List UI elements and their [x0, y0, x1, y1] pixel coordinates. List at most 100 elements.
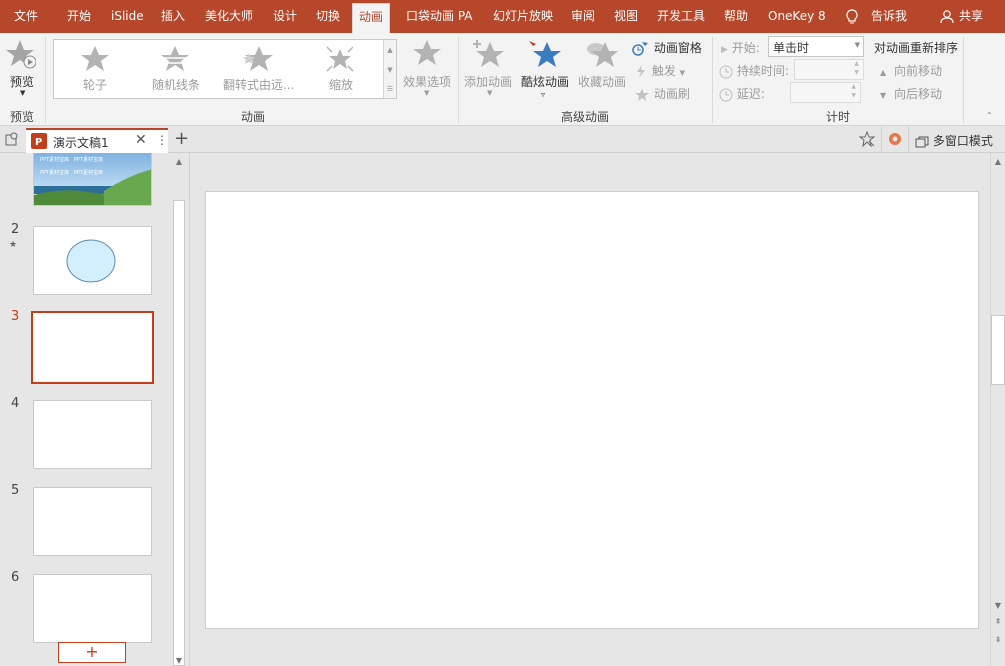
preview-button[interactable]: 预览 ▼ [6, 39, 38, 99]
cloud-star-icon [585, 39, 619, 69]
gallery-expand[interactable]: ☰ [383, 80, 396, 98]
thumbnail-scrollbar[interactable]: ▲ ▼ [172, 153, 186, 666]
scroll-down-icon[interactable]: ▼ [991, 601, 1005, 610]
random-bars-icon[interactable] [160, 45, 190, 73]
scrollbar-thumb[interactable] [173, 200, 185, 666]
windows-icon [915, 136, 929, 148]
lightbulb-icon[interactable] [846, 9, 858, 25]
chevron-down-icon: ▼ [679, 69, 686, 77]
new-tab-plus-icon[interactable]: + [174, 128, 189, 149]
down-triangle-icon: ▼ [880, 91, 887, 100]
next-slide-icon[interactable]: ⇟ [991, 635, 1005, 644]
document-icon[interactable] [5, 132, 19, 146]
trigger-button[interactable]: 触发 ▼ [634, 62, 685, 79]
ribbon-tab-bar: 文件 开始 iSlide 插入 美化大师 设计 切换 动画 口袋动画 PA 幻灯… [0, 0, 1005, 33]
effect-options-button[interactable]: 效果选项 ▼ [400, 39, 454, 103]
spin-down-icon[interactable]: ▼ [851, 92, 856, 99]
start-select[interactable]: 单击时 ▼ [768, 36, 864, 57]
tab-animations[interactable]: 动画 [352, 3, 391, 33]
move-later-button[interactable]: ▼ 向后移动 [880, 85, 942, 102]
more-options-icon[interactable]: ⋮ [156, 133, 168, 147]
collect-animation-label: 收藏动画 [578, 75, 627, 89]
tell-me-search[interactable]: 告诉我 [871, 0, 907, 33]
slide-thumbnail[interactable] [33, 487, 152, 556]
tab-file[interactable]: 文件 [14, 0, 38, 33]
tab-slideshow[interactable]: 幻灯片放映 [493, 0, 553, 33]
gallery-item-flip[interactable]: 翻转式由远... [223, 76, 294, 93]
tab-islide[interactable]: iSlide [111, 0, 144, 33]
editor-scrollbar[interactable]: ▲ ▼ ⇞ ⇟ [990, 153, 1005, 666]
play-icon: ▶ [721, 45, 728, 55]
spin-down-icon[interactable]: ▼ [854, 69, 859, 76]
collapse-ribbon-icon[interactable]: ⌃ [986, 111, 993, 120]
clock-icon [719, 88, 733, 102]
cool-animation-button[interactable]: 酷炫动画 ▿ [520, 39, 574, 103]
divider [963, 37, 964, 123]
scroll-up-icon[interactable]: ▲ [172, 157, 186, 166]
gallery-scroll-up[interactable]: ▲ [383, 40, 396, 60]
gallery-scroll-down[interactable]: ▼ [383, 60, 396, 80]
gallery-item-wheel[interactable]: 轮子 [83, 76, 107, 93]
magic-star-icon[interactable] [859, 131, 875, 147]
thumb-text: PPT素材宝库 PPT素材宝库 [40, 157, 103, 163]
scroll-down-icon[interactable]: ▼ [172, 656, 186, 665]
slide-thumbnail[interactable]: PPT素材宝库 PPT素材宝库 PPT素材宝库 PPT素材宝库 [33, 153, 152, 206]
tab-help[interactable]: 帮助 [724, 0, 748, 33]
delay-label: 延迟: [719, 85, 765, 102]
animation-gallery: 轮子 随机线条 翻转式由远... 缩放 ▲ ▼ ☰ [53, 39, 397, 99]
zoom-icon[interactable] [325, 45, 355, 73]
add-animation-button[interactable]: 添加动画 ▼ [463, 39, 517, 103]
wheel-icon[interactable] [80, 45, 110, 73]
slide-thumbnail[interactable] [33, 400, 152, 469]
chevron-down-icon: ▿ [541, 90, 546, 99]
collect-animation-button[interactable]: 收藏动画 [577, 39, 631, 103]
blue-star-icon [528, 39, 562, 69]
tab-developer[interactable]: 开发工具 [657, 0, 705, 33]
slide-number: 2 [11, 222, 20, 237]
gallery-item-random-bars[interactable]: 随机线条 [152, 76, 200, 93]
slide-thumbnail[interactable] [33, 574, 152, 643]
close-icon[interactable]: ✕ [135, 132, 147, 148]
gallery-item-zoom[interactable]: 缩放 [329, 76, 353, 93]
scrollbar-thumb[interactable] [991, 315, 1005, 385]
multi-window-button[interactable]: 多窗口模式 [915, 132, 993, 149]
animation-painter-label: 动画刷 [653, 87, 690, 101]
chevron-down-icon: ▼ [854, 41, 860, 49]
painter-star-icon [634, 88, 650, 102]
animation-pane-button[interactable]: 动画窗格 [632, 39, 702, 56]
share-button[interactable]: 共享 [959, 0, 983, 33]
move-earlier-button[interactable]: ▲ 向前移动 [880, 62, 942, 79]
slide-thumbnail-active[interactable] [31, 311, 154, 384]
flip-icon[interactable] [240, 45, 274, 73]
start-select-value: 单击时 [773, 41, 810, 55]
slide-number: 4 [11, 396, 20, 411]
tab-insert[interactable]: 插入 [161, 0, 185, 33]
tab-design[interactable]: 设计 [273, 0, 297, 33]
divider [881, 127, 882, 153]
person-icon[interactable] [940, 9, 955, 24]
spin-up-icon[interactable]: ▲ [851, 83, 856, 90]
gear-icon[interactable] [887, 131, 903, 147]
tab-review[interactable]: 审阅 [571, 0, 595, 33]
animation-painter-button[interactable]: 动画刷 [634, 85, 690, 102]
tab-transitions[interactable]: 切换 [316, 0, 340, 33]
tab-beautify-master[interactable]: 美化大师 [205, 0, 253, 33]
tab-view[interactable]: 视图 [614, 0, 638, 33]
add-slide-button[interactable]: + [58, 642, 126, 663]
tab-onekey[interactable]: OneKey 8 [768, 0, 826, 33]
tab-home[interactable]: 开始 [67, 0, 91, 33]
tab-pocket-animation[interactable]: 口袋动画 PA [406, 0, 473, 33]
previous-slide-icon[interactable]: ⇞ [991, 617, 1005, 626]
group-label-animation: 动画 [241, 110, 266, 124]
document-tab-title: 演示文稿1 [53, 136, 109, 150]
effect-options-label: 效果选项 [403, 75, 452, 89]
delay-spinner[interactable]: ▲ ▼ [790, 82, 861, 103]
slide-canvas[interactable] [205, 191, 979, 629]
document-tab[interactable]: P 演示文稿1 ✕ ⋮ [26, 128, 168, 153]
duration-spinner[interactable]: ▲ ▼ [794, 59, 864, 80]
divider [908, 127, 909, 153]
slide-number: 6 [11, 570, 20, 585]
scroll-up-icon[interactable]: ▲ [991, 157, 1005, 166]
slide-thumbnail[interactable] [33, 226, 152, 295]
spin-up-icon[interactable]: ▲ [854, 60, 859, 67]
